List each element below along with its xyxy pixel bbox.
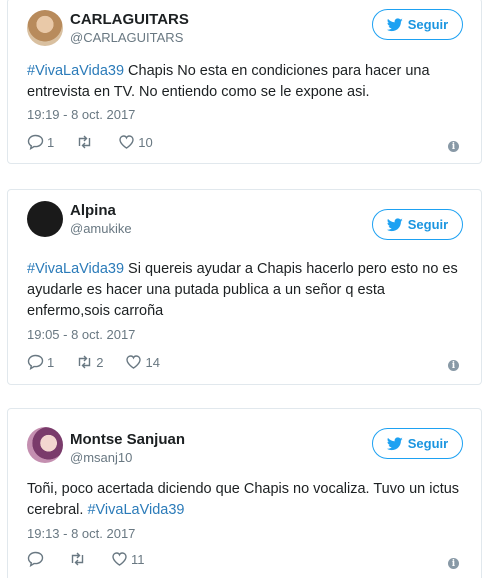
heart-icon <box>126 355 142 369</box>
tweet-text: #VivaLaVida39 Chapis No esta en condicio… <box>27 63 430 100</box>
tweet-timestamp[interactable]: 19:19 - 8 oct. 2017 <box>27 107 135 122</box>
author-name[interactable]: CARLAGUITARS <box>70 11 189 29</box>
info-icon[interactable]: i <box>448 558 459 569</box>
twitter-bird-icon <box>386 17 403 31</box>
tweet-card: CARLAGUITARS @CARLAGUITARS Seguir #VivaL… <box>7 0 482 164</box>
author-handle[interactable]: @amukike <box>70 221 132 237</box>
retweet-button[interactable] <box>76 134 96 150</box>
retweet-icon <box>79 135 91 149</box>
like-count: 10 <box>138 134 153 150</box>
like-count: 11 <box>131 551 145 567</box>
retweet-icon <box>79 355 91 369</box>
retweet-button[interactable] <box>69 551 89 567</box>
author-name[interactable]: Alpina <box>70 202 116 220</box>
follow-label: Seguir <box>407 217 449 232</box>
heart-icon <box>119 135 134 149</box>
like-button[interactable]: 11 <box>111 551 145 567</box>
reply-button[interactable] <box>27 551 47 567</box>
reply-button[interactable]: 1 <box>27 354 54 370</box>
reply-count: 1 <box>47 134 55 150</box>
info-icon[interactable]: i <box>448 360 459 371</box>
tweet-card: Montse Sanjuan @msanj10 Seguir Toñi, poc… <box>7 408 482 578</box>
author-handle[interactable]: @CARLAGUITARS <box>70 30 183 46</box>
reply-count: 1 <box>47 354 55 370</box>
tweet-timestamp[interactable]: 19:13 - 8 oct. 2017 <box>27 526 135 541</box>
follow-button[interactable]: Seguir <box>372 428 463 459</box>
hashtag-link[interactable]: #VivaLaVida39 <box>27 261 124 277</box>
tweet-text: Toñi, poco acertada diciendo que Chapis … <box>27 481 460 518</box>
tweet-timestamp[interactable]: 19:05 - 8 oct. 2017 <box>27 327 135 342</box>
twitter-bird-icon <box>386 436 403 450</box>
like-count: 14 <box>145 354 160 370</box>
reply-icon <box>27 134 44 150</box>
follow-button[interactable]: Seguir <box>372 9 463 40</box>
like-button[interactable]: 14 <box>125 354 160 370</box>
tweet-actions: 1 10 <box>27 134 175 150</box>
reply-icon <box>27 551 44 567</box>
twitter-bird-icon <box>386 217 403 231</box>
hashtag-link[interactable]: #VivaLaVida39 <box>87 502 184 518</box>
retweet-icon <box>71 552 84 566</box>
heart-icon <box>112 552 127 566</box>
reply-icon <box>27 354 44 370</box>
avatar[interactable] <box>27 201 63 237</box>
avatar[interactable] <box>27 427 63 463</box>
author-name[interactable]: Montse Sanjuan <box>70 431 185 449</box>
follow-label: Seguir <box>407 436 449 451</box>
tweet-card: Alpina @amukike Seguir #VivaLaVida39 Si … <box>7 189 482 385</box>
reply-button[interactable]: 1 <box>27 134 54 150</box>
follow-label: Seguir <box>407 17 449 32</box>
hashtag-link[interactable]: #VivaLaVida39 <box>27 63 124 79</box>
follow-button[interactable]: Seguir <box>372 209 463 240</box>
tweet-text: #VivaLaVida39 Si quereis ayudar a Chapis… <box>27 261 458 319</box>
like-button[interactable]: 10 <box>118 134 153 150</box>
author-handle[interactable]: @msanj10 <box>70 450 132 466</box>
tweet-actions: 1 2 14 <box>27 354 182 370</box>
retweet-count: 2 <box>96 354 104 370</box>
tweet-actions: 11 <box>27 551 167 567</box>
retweet-button[interactable]: 2 <box>76 354 103 370</box>
info-icon[interactable]: i <box>448 141 459 152</box>
avatar[interactable] <box>27 10 63 46</box>
